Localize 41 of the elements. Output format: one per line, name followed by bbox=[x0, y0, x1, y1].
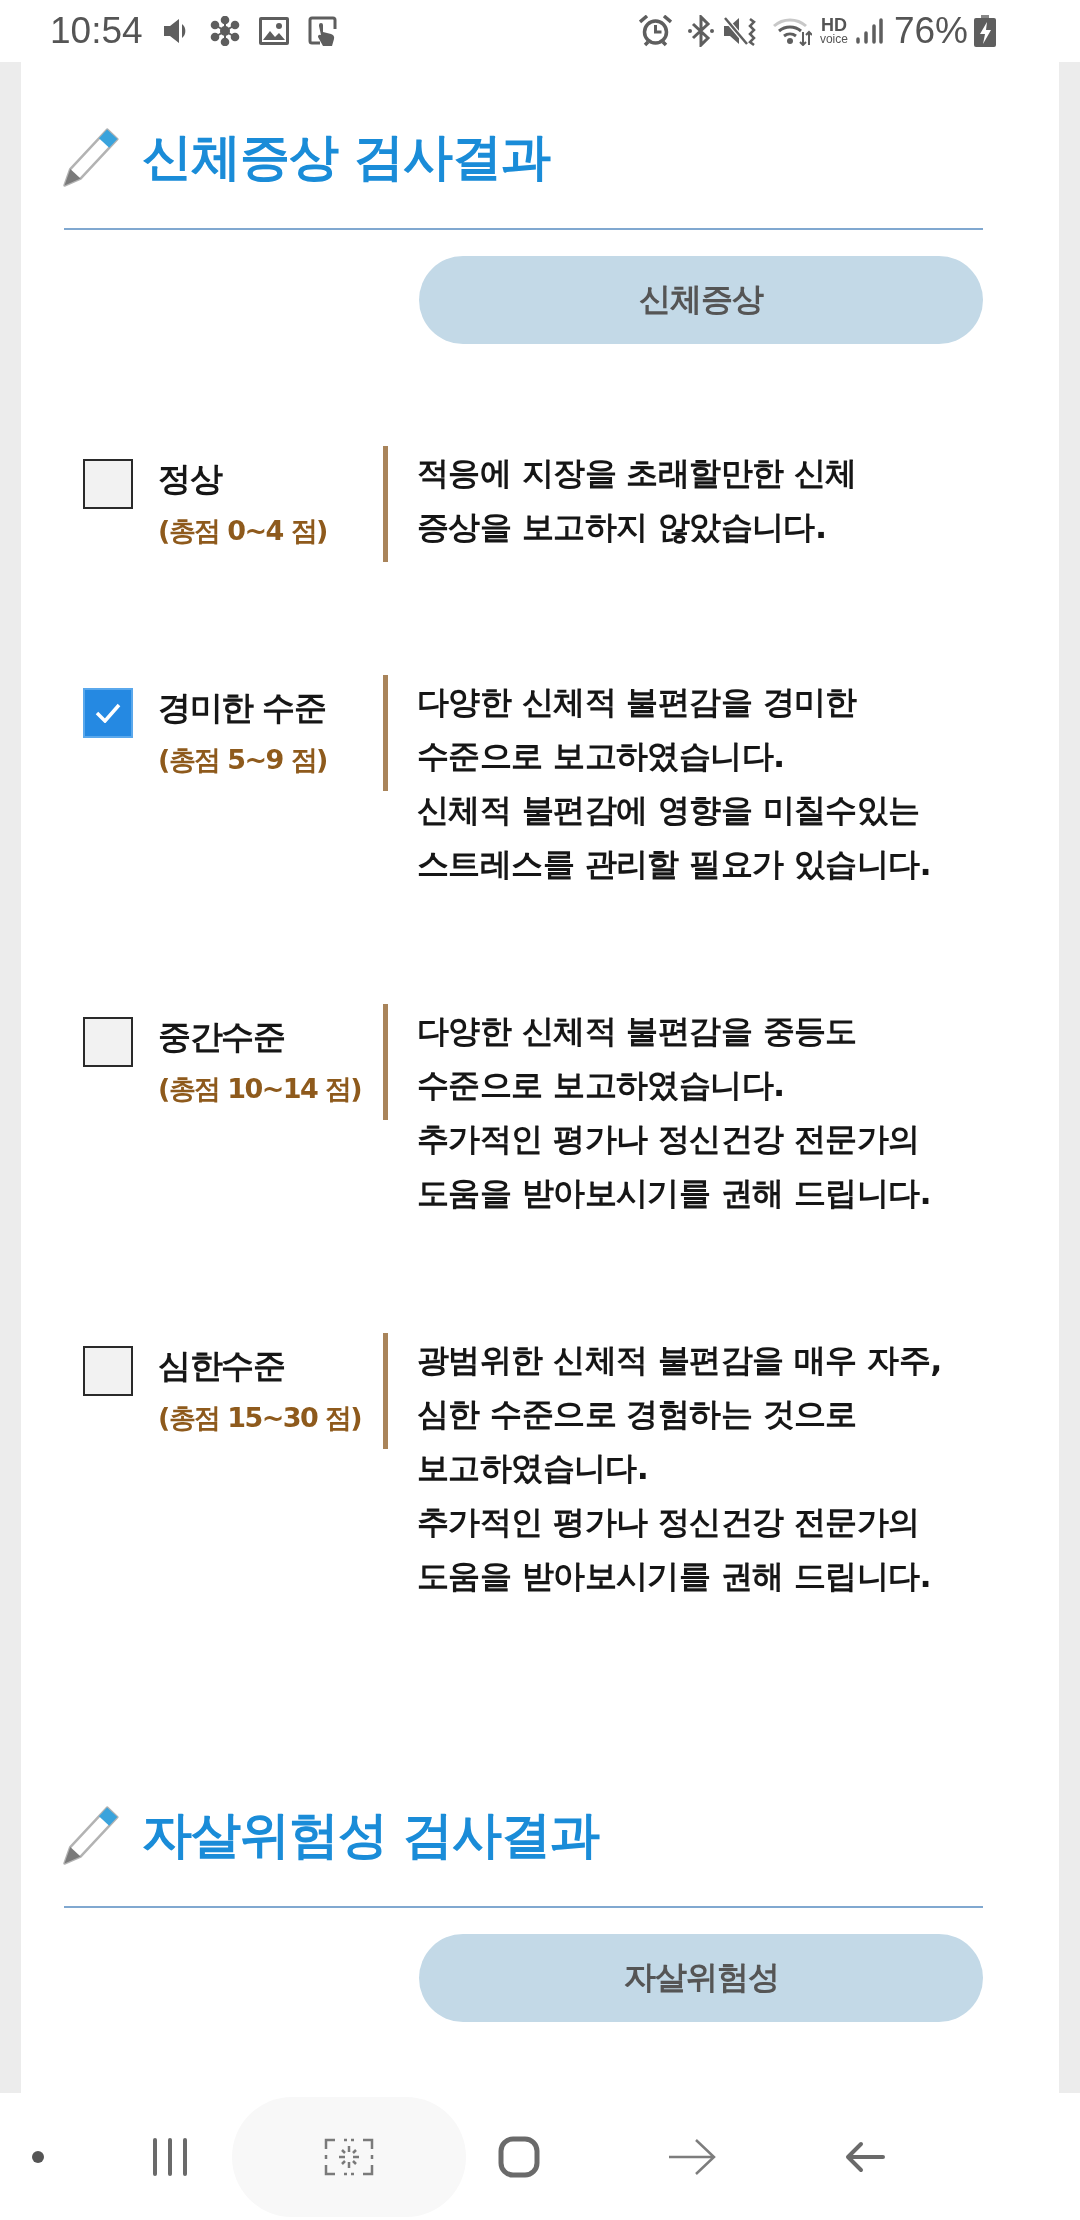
dot-icon[interactable] bbox=[32, 2150, 44, 2163]
category-header: 자살위험성 bbox=[419, 1934, 983, 2022]
checkbox[interactable] bbox=[83, 1346, 133, 1396]
checkbox[interactable] bbox=[83, 688, 133, 738]
score-range: (총점 10~14 점) bbox=[158, 1072, 362, 1106]
level-label: 정상 bbox=[158, 459, 223, 499]
score-range: (총점 15~30 점) bbox=[158, 1401, 362, 1435]
level-label: 경미한 수준 bbox=[158, 688, 327, 728]
pencil-icon bbox=[63, 1805, 119, 1865]
recent-apps-icon[interactable] bbox=[152, 2136, 188, 2177]
score-range: (총점 0~4 점) bbox=[158, 514, 327, 548]
category-header: 신체증상 bbox=[419, 256, 983, 344]
battery-charging-icon bbox=[974, 15, 996, 47]
level-label: 중간수준 bbox=[158, 1017, 285, 1057]
checkbox[interactable] bbox=[83, 459, 133, 509]
pencil-icon bbox=[63, 127, 119, 187]
wifi-icon bbox=[771, 16, 812, 46]
signal-icon bbox=[854, 17, 884, 45]
back-icon[interactable] bbox=[845, 2140, 885, 2173]
capture-frame-icon bbox=[324, 2137, 374, 2176]
battery-percent: 76% bbox=[893, 9, 968, 53]
alarm-clock-icon bbox=[638, 15, 672, 47]
description-text: 다양한 신체적 불편감을 경미한 수준으로 보고하였습니다. 신체적 불편감에 영향을 미칠수있는 스트레스를 관리할 필요가 있습니다. bbox=[417, 682, 932, 885]
touch-screen-icon bbox=[307, 16, 338, 46]
checkbox[interactable] bbox=[83, 1017, 133, 1067]
level-label: 심한수준 bbox=[158, 1346, 285, 1386]
arrow-right-icon[interactable] bbox=[668, 2137, 716, 2176]
bluetooth-icon bbox=[686, 15, 715, 47]
clock-time: 10:54 bbox=[50, 9, 143, 53]
section-title: 신체증상 검사결과 bbox=[142, 127, 551, 187]
score-range: (총점 5~9 점) bbox=[158, 743, 327, 777]
hd-label: HD bbox=[820, 16, 847, 33]
voice-label: voice bbox=[819, 32, 848, 46]
section-title: 자살위험성 검사결과 bbox=[142, 1805, 600, 1865]
description-text: 광범위한 신체적 불편감을 매우 자주, 심한 수준으로 경험하는 것으로 보고하였습니다. 추가적인 평가나 정신건강 전문가의 도움을 받아보시기를 권해 드립니다. bbox=[417, 1340, 942, 1597]
description-text: 적응에 지장을 초래할만한 신체 증상을 보고하지 않았습니다. bbox=[417, 453, 857, 548]
checkmark-icon bbox=[95, 703, 121, 723]
description-text: 다양한 신체적 불편감을 중등도 수준으로 보고하였습니다. 추가적인 평가나 정신건강 전문가의 도움을 받아보시기를 권해 드립니다. bbox=[417, 1011, 932, 1214]
image-icon bbox=[258, 17, 289, 45]
network-nodes-icon bbox=[209, 16, 240, 46]
home-icon[interactable] bbox=[498, 2135, 540, 2178]
